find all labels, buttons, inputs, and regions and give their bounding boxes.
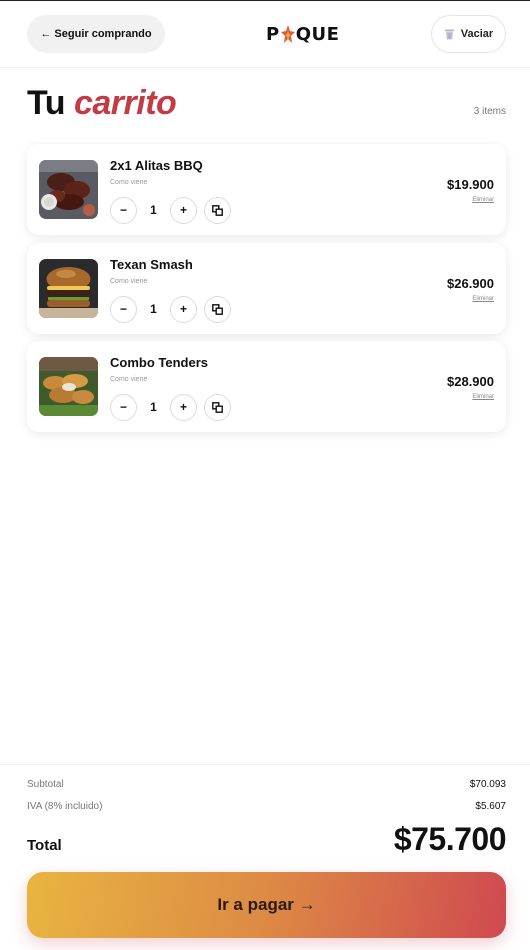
clear-cart-label: Vaciar bbox=[460, 28, 494, 40]
quantity-value: 1 bbox=[150, 400, 157, 414]
continue-shopping-button[interactable]: ← Seguir comprando bbox=[27, 15, 165, 53]
remove-item-link[interactable]: Eliminar bbox=[472, 394, 494, 400]
product-variant: Como viene bbox=[110, 179, 148, 186]
subtotal-value: $70.093 bbox=[469, 779, 506, 790]
logo[interactable]: P QUE bbox=[266, 23, 339, 45]
product-image-burger bbox=[39, 259, 98, 318]
subtotal-label: Subtotal bbox=[27, 779, 64, 790]
duplicate-item-button[interactable] bbox=[204, 393, 231, 421]
page-title-accent: carrito bbox=[73, 84, 177, 122]
cart-item: 2x1 Alitas BBQ Como viene − 1 + $19.900 … bbox=[27, 144, 506, 235]
increase-quantity-button[interactable]: + bbox=[170, 295, 197, 323]
quantity-stepper: − 1 + bbox=[110, 393, 231, 421]
total-value: $75.700 bbox=[393, 821, 507, 857]
checkout-button[interactable]: Ir a pagar → bbox=[27, 872, 506, 938]
page-title: Tu carrito bbox=[27, 84, 177, 123]
product-name: 2x1 Alitas BBQ bbox=[110, 158, 203, 173]
product-price: $28.900 bbox=[447, 374, 494, 389]
product-name: Texan Smash bbox=[110, 257, 193, 272]
logo-left-text: P bbox=[266, 23, 280, 45]
product-price: $19.900 bbox=[447, 177, 494, 192]
product-variant: Como viene bbox=[110, 376, 148, 383]
quantity-stepper: − 1 + bbox=[110, 295, 231, 323]
decrease-quantity-button[interactable]: − bbox=[110, 393, 137, 421]
quantity-value: 1 bbox=[150, 203, 157, 217]
increase-quantity-button[interactable]: + bbox=[170, 196, 197, 224]
logo-right-text: QUE bbox=[295, 23, 340, 45]
flame-icon bbox=[280, 25, 295, 43]
header: ← Seguir comprando P QUE Vaciar bbox=[0, 1, 530, 68]
order-summary: Subtotal $70.093 IVA (8% incluido) $5.60… bbox=[0, 764, 530, 950]
cart-item: Combo Tenders Como viene − 1 + $28.900 E… bbox=[27, 341, 506, 432]
duplicate-icon bbox=[212, 401, 223, 413]
page-title-plain: Tu bbox=[27, 84, 66, 122]
duplicate-icon bbox=[212, 303, 223, 315]
duplicate-icon bbox=[212, 204, 223, 216]
duplicate-item-button[interactable] bbox=[204, 295, 231, 323]
duplicate-item-button[interactable] bbox=[204, 196, 231, 224]
remove-item-link[interactable]: Eliminar bbox=[472, 197, 494, 203]
product-name: Combo Tenders bbox=[110, 355, 208, 370]
tax-value: $5.607 bbox=[475, 801, 506, 812]
decrease-quantity-button[interactable]: − bbox=[110, 196, 137, 224]
quantity-stepper: − 1 + bbox=[110, 196, 231, 224]
product-variant: Como viene bbox=[110, 278, 148, 285]
total-label: Total bbox=[27, 837, 62, 854]
item-count: 3 items bbox=[473, 106, 506, 117]
increase-quantity-button[interactable]: + bbox=[170, 393, 197, 421]
cart-item: Texan Smash Como viene − 1 + $26.900 Eli… bbox=[27, 243, 506, 334]
clear-cart-button[interactable]: Vaciar bbox=[431, 15, 506, 53]
decrease-quantity-button[interactable]: − bbox=[110, 295, 137, 323]
tax-label: IVA (8% incluido) bbox=[27, 801, 103, 812]
product-image-tenders bbox=[39, 357, 98, 416]
trash-icon bbox=[444, 29, 454, 40]
remove-item-link[interactable]: Eliminar bbox=[472, 296, 494, 302]
quantity-value: 1 bbox=[150, 302, 157, 316]
product-image-bbq-wings bbox=[39, 160, 98, 219]
product-price: $26.900 bbox=[447, 276, 494, 291]
